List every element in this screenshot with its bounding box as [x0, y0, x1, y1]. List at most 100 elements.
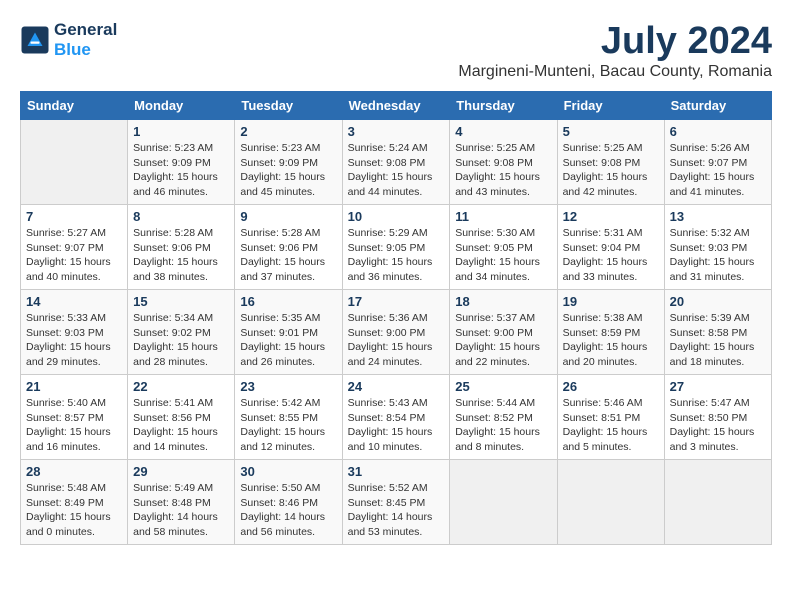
calendar-cell: 12 Sunrise: 5:31 AM Sunset: 9:04 PM Dayli…	[557, 205, 664, 290]
calendar-cell	[21, 120, 128, 205]
day-info: Sunrise: 5:47 AM Sunset: 8:50 PM Dayligh…	[670, 396, 766, 455]
weekday-header: Wednesday	[342, 92, 450, 120]
calendar-cell: 7 Sunrise: 5:27 AM Sunset: 9:07 PM Daylig…	[21, 205, 128, 290]
weekday-header: Thursday	[450, 92, 557, 120]
calendar-cell: 21 Sunrise: 5:40 AM Sunset: 8:57 PM Dayli…	[21, 375, 128, 460]
day-number: 16	[240, 294, 336, 309]
day-info: Sunrise: 5:42 AM Sunset: 8:55 PM Dayligh…	[240, 396, 336, 455]
day-info: Sunrise: 5:25 AM Sunset: 9:08 PM Dayligh…	[563, 141, 659, 200]
calendar-cell: 11Sunrise: 5:30 AM Sunset: 9:05 PM Dayli…	[450, 205, 557, 290]
day-info: Sunrise: 5:23 AM Sunset: 9:09 PM Dayligh…	[133, 141, 229, 200]
day-info: Sunrise: 5:26 AM Sunset: 9:07 PM Dayligh…	[670, 141, 766, 200]
calendar-cell: 25 Sunrise: 5:44 AM Sunset: 8:52 PM Dayli…	[450, 375, 557, 460]
calendar-cell	[664, 460, 771, 545]
calendar-cell	[557, 460, 664, 545]
day-number: 11	[455, 209, 551, 224]
day-number: 24	[348, 379, 445, 394]
day-number: 30	[240, 464, 336, 479]
day-info: Sunrise: 5:36 AM Sunset: 9:00 PM Dayligh…	[348, 311, 445, 370]
weekday-header: Sunday	[21, 92, 128, 120]
day-number: 21	[26, 379, 122, 394]
calendar-cell: 29 Sunrise: 5:49 AM Sunset: 8:48 PM Dayli…	[128, 460, 235, 545]
calendar-cell: 18Sunrise: 5:37 AM Sunset: 9:00 PM Dayli…	[450, 290, 557, 375]
calendar-cell: 1 Sunrise: 5:23 AM Sunset: 9:09 PM Daylig…	[128, 120, 235, 205]
calendar-cell: 17 Sunrise: 5:36 AM Sunset: 9:00 PM Dayli…	[342, 290, 450, 375]
calendar-cell: 31Sunrise: 5:52 AM Sunset: 8:45 PM Dayli…	[342, 460, 450, 545]
calendar-cell: 10 Sunrise: 5:29 AM Sunset: 9:05 PM Dayli…	[342, 205, 450, 290]
day-number: 31	[348, 464, 445, 479]
calendar-cell: 2 Sunrise: 5:23 AM Sunset: 9:09 PM Daylig…	[235, 120, 342, 205]
day-number: 13	[670, 209, 766, 224]
calendar-week-row: 28Sunrise: 5:48 AM Sunset: 8:49 PM Dayli…	[21, 460, 772, 545]
day-info: Sunrise: 5:23 AM Sunset: 9:09 PM Dayligh…	[240, 141, 336, 200]
day-number: 9	[240, 209, 336, 224]
calendar-cell: 9 Sunrise: 5:28 AM Sunset: 9:06 PM Daylig…	[235, 205, 342, 290]
calendar-week-row: 14 Sunrise: 5:33 AM Sunset: 9:03 PM Dayli…	[21, 290, 772, 375]
calendar-week-row: 1 Sunrise: 5:23 AM Sunset: 9:09 PM Daylig…	[21, 120, 772, 205]
calendar-cell: 13Sunrise: 5:32 AM Sunset: 9:03 PM Dayli…	[664, 205, 771, 290]
day-info: Sunrise: 5:25 AM Sunset: 9:08 PM Dayligh…	[455, 141, 551, 200]
day-number: 4	[455, 124, 551, 139]
day-info: Sunrise: 5:49 AM Sunset: 8:48 PM Dayligh…	[133, 481, 229, 540]
title-block: July 2024 Margineni-Munteni, Bacau Count…	[458, 20, 772, 81]
day-info: Sunrise: 5:46 AM Sunset: 8:51 PM Dayligh…	[563, 396, 659, 455]
day-number: 26	[563, 379, 659, 394]
day-number: 1	[133, 124, 229, 139]
calendar-cell: 30 Sunrise: 5:50 AM Sunset: 8:46 PM Dayli…	[235, 460, 342, 545]
calendar-cell: 27Sunrise: 5:47 AM Sunset: 8:50 PM Dayli…	[664, 375, 771, 460]
logo: General Blue	[20, 20, 117, 60]
calendar-cell: 23 Sunrise: 5:42 AM Sunset: 8:55 PM Dayli…	[235, 375, 342, 460]
day-number: 22	[133, 379, 229, 394]
day-number: 23	[240, 379, 336, 394]
day-info: Sunrise: 5:50 AM Sunset: 8:46 PM Dayligh…	[240, 481, 336, 540]
calendar-week-row: 7 Sunrise: 5:27 AM Sunset: 9:07 PM Daylig…	[21, 205, 772, 290]
calendar-header-row: SundayMondayTuesdayWednesdayThursdayFrid…	[21, 92, 772, 120]
day-number: 17	[348, 294, 445, 309]
day-number: 19	[563, 294, 659, 309]
day-number: 6	[670, 124, 766, 139]
calendar-cell: 5 Sunrise: 5:25 AM Sunset: 9:08 PM Daylig…	[557, 120, 664, 205]
day-number: 28	[26, 464, 122, 479]
calendar-cell: 24 Sunrise: 5:43 AM Sunset: 8:54 PM Dayli…	[342, 375, 450, 460]
day-info: Sunrise: 5:35 AM Sunset: 9:01 PM Dayligh…	[240, 311, 336, 370]
day-number: 15	[133, 294, 229, 309]
day-number: 10	[348, 209, 445, 224]
calendar-cell: 14 Sunrise: 5:33 AM Sunset: 9:03 PM Dayli…	[21, 290, 128, 375]
day-info: Sunrise: 5:39 AM Sunset: 8:58 PM Dayligh…	[670, 311, 766, 370]
day-info: Sunrise: 5:43 AM Sunset: 8:54 PM Dayligh…	[348, 396, 445, 455]
day-info: Sunrise: 5:33 AM Sunset: 9:03 PM Dayligh…	[26, 311, 122, 370]
day-number: 5	[563, 124, 659, 139]
day-number: 14	[26, 294, 122, 309]
location: Margineni-Munteni, Bacau County, Romania	[458, 63, 772, 81]
calendar-table: SundayMondayTuesdayWednesdayThursdayFrid…	[20, 91, 772, 545]
month-title: July 2024	[458, 20, 772, 63]
day-info: Sunrise: 5:27 AM Sunset: 9:07 PM Dayligh…	[26, 226, 122, 285]
calendar-cell: 28Sunrise: 5:48 AM Sunset: 8:49 PM Dayli…	[21, 460, 128, 545]
day-info: Sunrise: 5:40 AM Sunset: 8:57 PM Dayligh…	[26, 396, 122, 455]
day-number: 20	[670, 294, 766, 309]
weekday-header: Friday	[557, 92, 664, 120]
day-number: 29	[133, 464, 229, 479]
calendar-cell: 16 Sunrise: 5:35 AM Sunset: 9:01 PM Dayli…	[235, 290, 342, 375]
day-number: 25	[455, 379, 551, 394]
day-info: Sunrise: 5:41 AM Sunset: 8:56 PM Dayligh…	[133, 396, 229, 455]
day-number: 18	[455, 294, 551, 309]
day-number: 3	[348, 124, 445, 139]
weekday-header: Tuesday	[235, 92, 342, 120]
day-number: 8	[133, 209, 229, 224]
day-info: Sunrise: 5:38 AM Sunset: 8:59 PM Dayligh…	[563, 311, 659, 370]
calendar-cell: 6 Sunrise: 5:26 AM Sunset: 9:07 PM Daylig…	[664, 120, 771, 205]
calendar-cell: 8Sunrise: 5:28 AM Sunset: 9:06 PM Daylig…	[128, 205, 235, 290]
page-header: General Blue July 2024 Margineni-Munteni…	[20, 20, 772, 81]
day-info: Sunrise: 5:29 AM Sunset: 9:05 PM Dayligh…	[348, 226, 445, 285]
day-number: 7	[26, 209, 122, 224]
day-info: Sunrise: 5:28 AM Sunset: 9:06 PM Dayligh…	[240, 226, 336, 285]
day-number: 2	[240, 124, 336, 139]
day-info: Sunrise: 5:44 AM Sunset: 8:52 PM Dayligh…	[455, 396, 551, 455]
day-info: Sunrise: 5:31 AM Sunset: 9:04 PM Dayligh…	[563, 226, 659, 285]
day-number: 12	[563, 209, 659, 224]
day-info: Sunrise: 5:24 AM Sunset: 9:08 PM Dayligh…	[348, 141, 445, 200]
calendar-cell: 3 Sunrise: 5:24 AM Sunset: 9:08 PM Daylig…	[342, 120, 450, 205]
day-info: Sunrise: 5:34 AM Sunset: 9:02 PM Dayligh…	[133, 311, 229, 370]
calendar-cell: 26 Sunrise: 5:46 AM Sunset: 8:51 PM Dayli…	[557, 375, 664, 460]
